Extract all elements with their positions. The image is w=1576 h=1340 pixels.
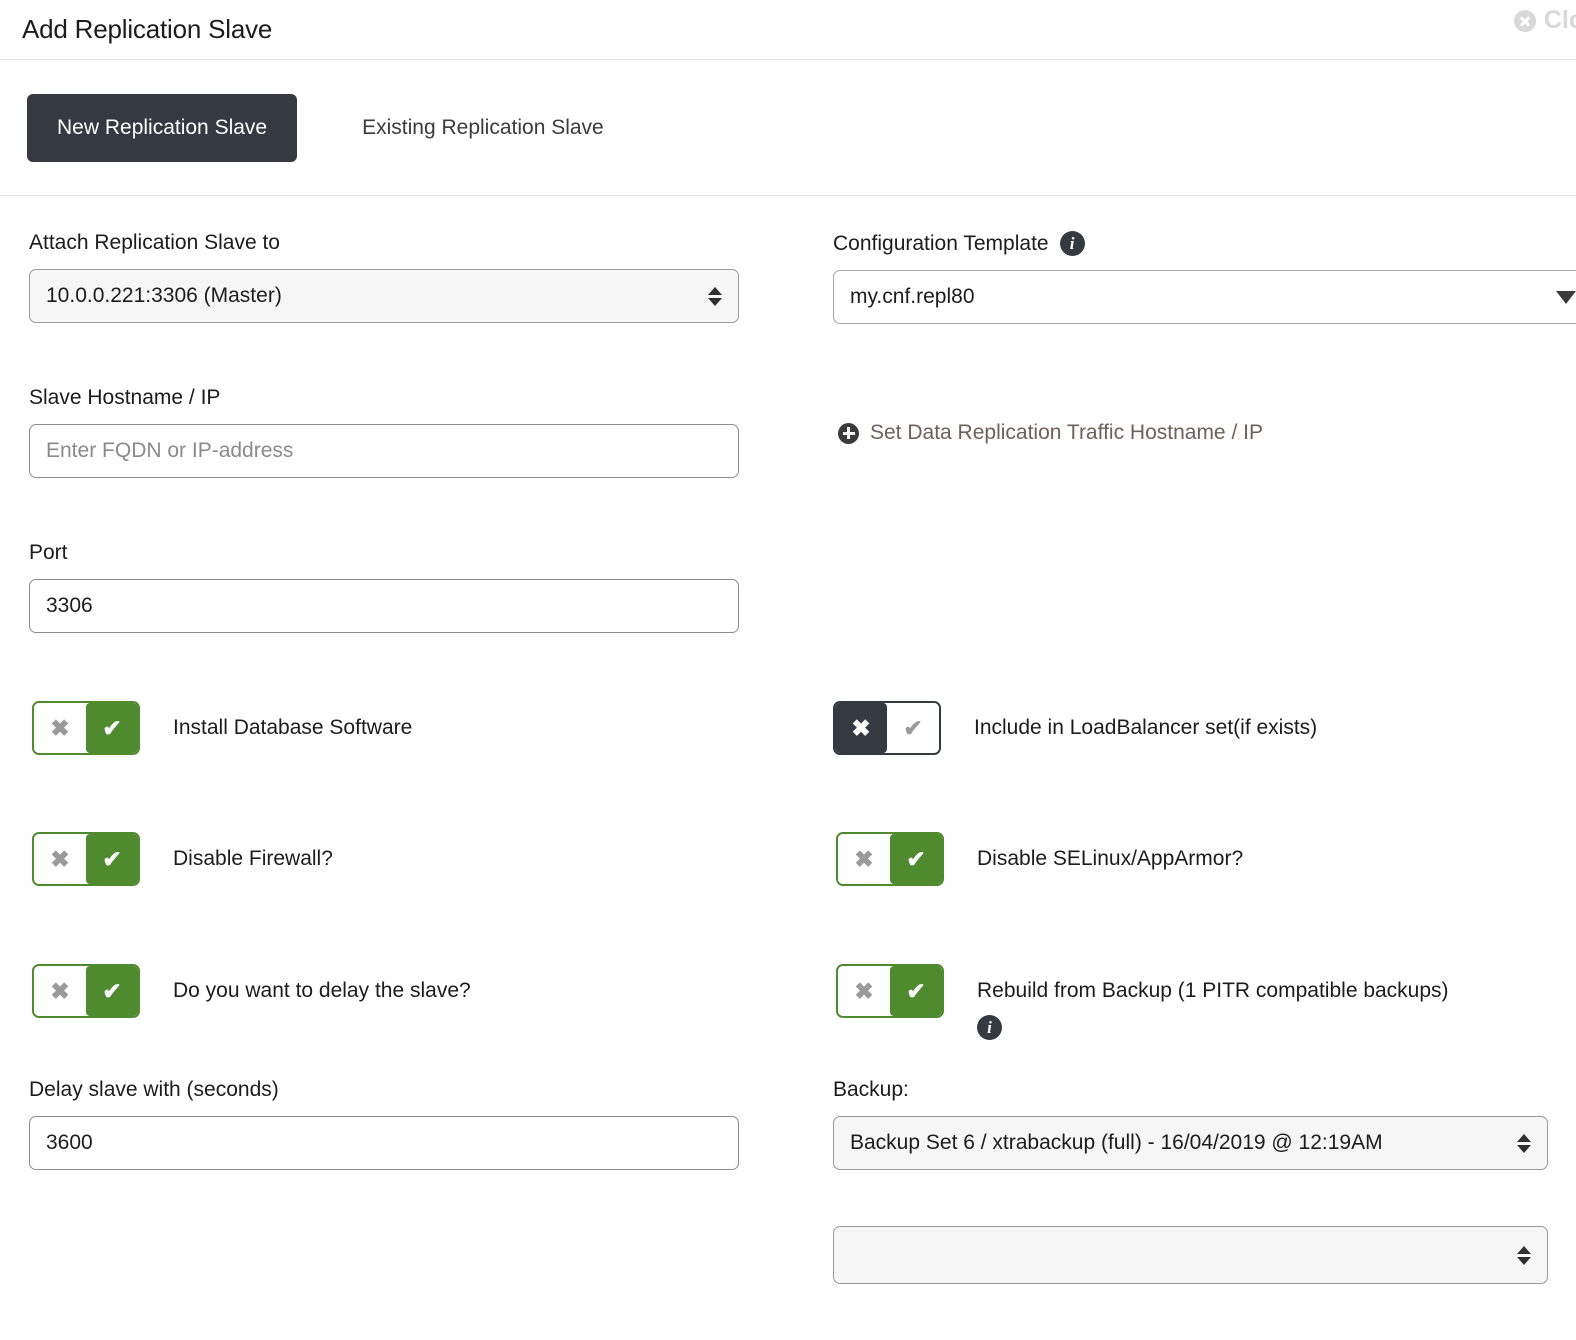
toggle-row-delay-slave: ✖ ✔ Do you want to delay the slave? <box>32 964 471 1018</box>
rebuild-from-backup-label-wrap: Rebuild from Backup (1 PITR compatible b… <box>977 964 1482 1042</box>
disable-selinux-label: Disable SELinux/AppArmor? <box>977 847 1244 870</box>
delay-slave-label: Do you want to delay the slave? <box>173 979 471 1002</box>
attach-replication-slave-select[interactable]: 10.0.0.221:3306 (Master) <box>29 269 739 323</box>
modal-header: Add Replication Slave Clos <box>0 0 1576 60</box>
chevron-down-icon <box>1556 290 1576 304</box>
field-slave-hostname: Slave Hostname / IP <box>29 386 739 478</box>
slave-hostname-label: Slave Hostname / IP <box>29 386 221 409</box>
install-database-software-toggle[interactable]: ✖ ✔ <box>32 701 140 755</box>
toggle-check-icon: ✔ <box>890 966 942 1016</box>
close-button[interactable]: Clos <box>1513 6 1576 35</box>
info-icon[interactable]: i <box>1059 231 1085 256</box>
toggle-check-icon: ✔ <box>890 834 942 884</box>
configuration-template-label-text: Configuration Template <box>833 231 1049 255</box>
tab-existing-replication-slave[interactable]: Existing Replication Slave <box>332 94 634 162</box>
slave-hostname-input[interactable] <box>29 424 739 478</box>
stepper-arrows-icon <box>708 286 722 306</box>
toggle-cross-icon: ✖ <box>838 966 890 1016</box>
toggle-cross-icon: ✖ <box>835 703 887 753</box>
port-label: Port <box>29 541 68 564</box>
toggle-cross-icon: ✖ <box>34 966 86 1016</box>
info-icon[interactable]: i <box>977 1015 1002 1041</box>
attach-replication-slave-label: Attach Replication Slave to <box>29 231 280 254</box>
set-data-replication-traffic-link[interactable]: Set Data Replication Traffic Hostname / … <box>838 421 1263 445</box>
configuration-template-value: my.cnf.repl80 <box>850 285 975 308</box>
rebuild-from-backup-label: Rebuild from Backup (1 PITR compatible b… <box>977 979 1449 1002</box>
field-extra-select <box>833 1226 1548 1284</box>
attach-replication-slave-value: 10.0.0.221:3306 (Master) <box>46 284 282 307</box>
field-attach-replication-slave: Attach Replication Slave to 10.0.0.221:3… <box>29 231 739 323</box>
field-delay-slave-seconds: Delay slave with (seconds) <box>29 1078 739 1170</box>
field-configuration-template: Configuration Template i my.cnf.repl80 <box>833 231 1576 324</box>
include-loadbalancer-label: Include in LoadBalancer set(if exists) <box>974 716 1318 739</box>
close-label: Clos <box>1543 6 1576 34</box>
toggle-check-icon: ✔ <box>86 703 138 753</box>
toggle-row-disable-selinux: ✖ ✔ Disable SELinux/AppArmor? <box>836 832 1243 886</box>
toggle-row-rebuild-from-backup: ✖ ✔ Rebuild from Backup (1 PITR compatib… <box>836 964 1482 1042</box>
rebuild-from-backup-info-wrap: i <box>977 1013 1482 1041</box>
configuration-template-label: Configuration Template i <box>833 231 1576 256</box>
backup-value: Backup Set 6 / xtrabackup (full) - 16/04… <box>850 1131 1383 1154</box>
backup-label: Backup: <box>833 1078 909 1101</box>
toggle-row-install-database-software: ✖ ✔ Install Database Software <box>32 701 412 755</box>
field-port: Port <box>29 541 739 633</box>
toggle-row-include-loadbalancer: ✖ ✔ Include in LoadBalancer set(if exist… <box>833 701 1317 755</box>
toggle-check-icon: ✔ <box>86 966 138 1016</box>
disable-selinux-toggle[interactable]: ✖ ✔ <box>836 832 944 886</box>
page-title: Add Replication Slave <box>22 14 273 44</box>
tab-bar: New Replication Slave Existing Replicati… <box>0 60 1576 196</box>
toggle-cross-icon: ✖ <box>34 703 86 753</box>
set-data-replication-traffic-link-wrap: Set Data Replication Traffic Hostname / … <box>838 421 1263 445</box>
rebuild-from-backup-toggle[interactable]: ✖ ✔ <box>836 964 944 1018</box>
toggle-cross-icon: ✖ <box>838 834 890 884</box>
plus-circle-icon <box>838 422 859 444</box>
toggle-check-icon: ✔ <box>86 834 138 884</box>
toggle-cross-icon: ✖ <box>34 834 86 884</box>
stepper-arrows-icon <box>1517 1245 1531 1265</box>
port-input[interactable] <box>29 579 739 633</box>
backup-select[interactable]: Backup Set 6 / xtrabackup (full) - 16/04… <box>833 1116 1548 1170</box>
stepper-arrows-icon <box>1517 1133 1531 1153</box>
include-loadbalancer-toggle[interactable]: ✖ ✔ <box>833 701 941 755</box>
disable-firewall-toggle[interactable]: ✖ ✔ <box>32 832 140 886</box>
tab-new-replication-slave[interactable]: New Replication Slave <box>27 93 298 162</box>
close-icon <box>1513 9 1536 32</box>
disable-firewall-label: Disable Firewall? <box>173 847 333 870</box>
extra-select[interactable] <box>833 1226 1548 1284</box>
field-backup: Backup: Backup Set 6 / xtrabackup (full)… <box>833 1078 1548 1170</box>
delay-slave-seconds-label: Delay slave with (seconds) <box>29 1078 279 1101</box>
toggle-row-disable-firewall: ✖ ✔ Disable Firewall? <box>32 832 333 886</box>
install-database-software-label: Install Database Software <box>173 716 413 739</box>
configuration-template-select[interactable]: my.cnf.repl80 <box>833 270 1576 324</box>
delay-slave-seconds-input[interactable] <box>29 1116 739 1170</box>
toggle-check-icon: ✔ <box>887 703 939 753</box>
set-data-replication-traffic-label: Set Data Replication Traffic Hostname / … <box>870 421 1263 444</box>
delay-slave-toggle[interactable]: ✖ ✔ <box>32 964 140 1018</box>
